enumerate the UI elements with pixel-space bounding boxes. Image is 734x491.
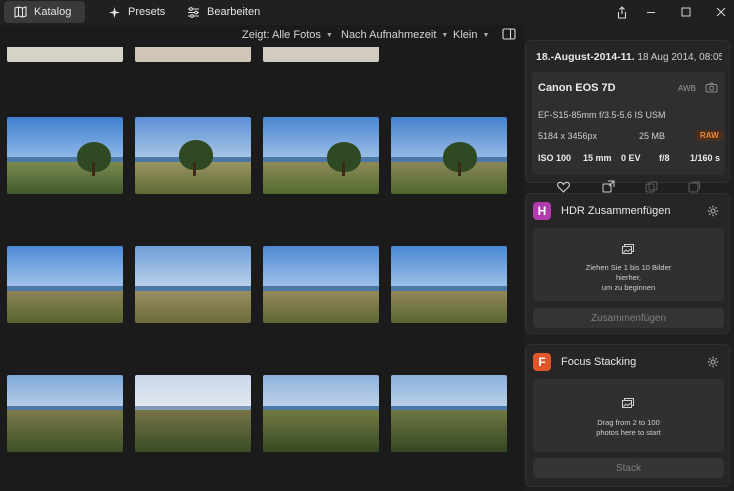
- gear-icon[interactable]: [707, 204, 719, 222]
- maximize-icon[interactable]: [678, 4, 694, 20]
- heart-icon[interactable]: [557, 180, 571, 194]
- share-icon[interactable]: [614, 4, 630, 20]
- exposure-value: 0 EV: [621, 153, 641, 163]
- photo-thumbnail[interactable]: [135, 47, 251, 62]
- focal-length: 15 mm: [583, 153, 612, 163]
- photo-thumbnail[interactable]: [263, 246, 379, 323]
- shutter-speed: 1/160 s: [690, 153, 721, 163]
- map-icon: [14, 6, 27, 18]
- image-dimensions: 5184 x 3456px: [538, 131, 598, 141]
- focus-drop-text-1: Drag from 2 to 100: [597, 418, 660, 427]
- sort-label: Nach Aufnahmezeit: [341, 29, 437, 41]
- hdr-drop-text-1: Ziehen Sie 1 bis 10 Bilder: [585, 263, 672, 272]
- focus-title: Focus Stacking: [561, 356, 637, 368]
- raw-badge: RAW: [696, 130, 723, 141]
- photo-thumbnail[interactable]: [7, 246, 123, 323]
- focus-logo-icon: F: [533, 353, 551, 371]
- tab-label: Katalog: [34, 6, 72, 18]
- merge-button[interactable]: Zusammenfügen: [533, 308, 724, 328]
- metadata-card: 18.-August-2014-11. 18 Aug 2014, 08:05:2…: [525, 40, 730, 193]
- size-dropdown[interactable]: Klein ▼: [453, 29, 489, 41]
- hdr-logo-icon: H: [533, 202, 551, 220]
- photo-grid: [0, 47, 524, 491]
- metadata-header: 18.-August-2014-11. 18 Aug 2014, 08:05:2…: [536, 51, 722, 63]
- white-balance: AWB: [678, 84, 696, 93]
- size-label: Klein: [453, 29, 478, 41]
- hdr-header: H HDR Zusammenfügen: [533, 202, 670, 220]
- show-filter-label: Zeigt: Alle Fotos: [242, 29, 321, 41]
- exif-box: Canon EOS 7D AWB EF-S15-85mm f/3.5-5.6 I…: [532, 72, 725, 175]
- tab-label: Bearbeiten: [207, 6, 261, 18]
- photo-thumbnail[interactable]: [7, 47, 123, 62]
- images-icon: [622, 241, 634, 259]
- capture-datetime: 18 Aug 2014, 08:05:28: [637, 52, 722, 63]
- chevron-down-icon: ▼: [325, 31, 333, 39]
- photo-thumbnail[interactable]: [135, 117, 251, 194]
- hdr-title: HDR Zusammenfügen: [561, 205, 671, 217]
- hdr-drop-text-2: hierher,: [615, 273, 642, 282]
- compare-icon[interactable]: [645, 180, 659, 194]
- filter-bar: Zeigt: Alle Fotos ▼ Nach Aufnahmezeit ▼ …: [0, 25, 524, 47]
- photo-thumbnail[interactable]: [7, 375, 123, 452]
- hdr-drop-zone[interactable]: Ziehen Sie 1 bis 10 Bilder hierher, um z…: [533, 228, 724, 301]
- hdr-drop-text-3: um zu beginnen: [601, 283, 656, 292]
- chevron-down-icon: ▼: [482, 31, 490, 39]
- show-filter-dropdown[interactable]: Zeigt: Alle Fotos ▼: [242, 29, 333, 41]
- top-bar: Katalog Presets Bearbeiten: [0, 0, 734, 25]
- close-icon[interactable]: [713, 4, 729, 20]
- tab-label: Presets: [128, 6, 166, 18]
- minimize-icon[interactable]: [643, 4, 659, 20]
- gear-icon[interactable]: [707, 355, 719, 373]
- camera-model: Canon EOS 7D: [538, 82, 616, 94]
- photo-thumbnail[interactable]: [263, 47, 379, 62]
- sparkle-icon: [108, 6, 121, 19]
- photo-thumbnail[interactable]: [135, 246, 251, 323]
- tab-bearbeiten[interactable]: Bearbeiten: [177, 1, 270, 23]
- aperture: f/8: [659, 153, 670, 163]
- photo-thumbnail[interactable]: [7, 117, 123, 194]
- lens-info: EF-S15-85mm f/3.5-5.6 IS USM: [538, 110, 666, 120]
- file-size: 25 MB: [639, 131, 666, 141]
- focus-header: F Focus Stacking: [533, 353, 636, 371]
- file-name: 18.-August-2014-11.: [536, 51, 635, 63]
- chevron-down-icon: ▼: [441, 31, 449, 39]
- focus-drop-text-2: photos here to start: [596, 428, 661, 437]
- photo-thumbnail[interactable]: [391, 375, 507, 452]
- stack-button[interactable]: Stack: [533, 458, 724, 478]
- focus-drop-zone[interactable]: Drag from 2 to 100 photos here to start: [533, 379, 724, 452]
- camera-icon: [705, 82, 718, 95]
- iso-value: ISO 100: [538, 153, 572, 163]
- panel-toggle-icon[interactable]: [502, 28, 516, 40]
- photo-thumbnail[interactable]: [263, 117, 379, 194]
- sort-dropdown[interactable]: Nach Aufnahmezeit ▼: [341, 29, 448, 41]
- open-external-icon[interactable]: [602, 180, 616, 194]
- tab-presets[interactable]: Presets: [98, 1, 175, 23]
- focus-stacking-card: F Focus Stacking Drag from 2 to 100 phot…: [525, 344, 730, 487]
- photo-thumbnail[interactable]: [263, 375, 379, 452]
- sliders-icon: [187, 6, 200, 18]
- stack-icon[interactable]: [688, 180, 702, 194]
- tab-katalog[interactable]: Katalog: [4, 1, 85, 23]
- hdr-merge-card: H HDR Zusammenfügen Ziehen Sie 1 bis 10 …: [525, 193, 730, 334]
- photo-thumbnail[interactable]: [391, 117, 507, 194]
- photo-thumbnail[interactable]: [135, 375, 251, 452]
- photo-thumbnail[interactable]: [391, 246, 507, 323]
- images-icon: [622, 395, 634, 413]
